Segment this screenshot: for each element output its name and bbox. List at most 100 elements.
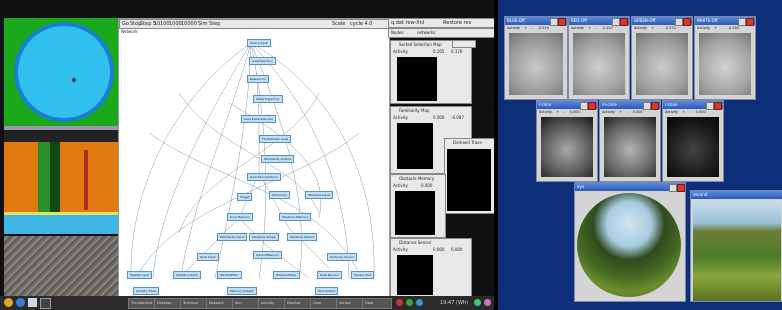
- panel-activity-value: 0.205: [433, 49, 445, 54]
- graph-node-goal-selection[interactable]: GoalSelection: [249, 57, 276, 65]
- graph-node-memory-output[interactable]: Memory Output: [227, 287, 257, 295]
- graph-node-obstacle-input[interactable]: Obstacle Input: [305, 191, 333, 199]
- start-icon[interactable]: [4, 298, 13, 307]
- minimize-button[interactable]: [675, 18, 683, 26]
- close-button[interactable]: [714, 102, 722, 110]
- panel-image: [447, 149, 491, 211]
- graph-node-goal-neuron[interactable]: Goal Neuron: [317, 271, 342, 279]
- minus-button[interactable]: -: [721, 26, 722, 30]
- taskbar-item[interactable]: Goal: [362, 298, 392, 309]
- toolbar-1000[interactable]: 1000: [169, 21, 182, 27]
- toolbar-file[interactable]: q.dat rew-Xnl: [391, 20, 424, 26]
- eye-window[interactable]: eye: [574, 182, 686, 302]
- filter-window-white[interactable]: WHITE-Off Activity + - -0.190: [694, 16, 756, 100]
- graph-node-goal-expectation[interactable]: Goal ExpectationAc: [241, 115, 277, 123]
- tray-icon[interactable]: [484, 299, 491, 306]
- panel-activity-value2: 0.176: [451, 49, 463, 54]
- minus-button[interactable]: -: [658, 26, 659, 30]
- close-button[interactable]: [677, 184, 685, 192]
- minus-button[interactable]: -: [595, 26, 596, 30]
- plus-button[interactable]: +: [714, 26, 717, 30]
- minimize-button[interactable]: [706, 102, 714, 110]
- close-button[interactable]: [651, 102, 659, 110]
- graph-node-target[interactable]: Target: [237, 193, 253, 201]
- cone-window-r[interactable]: r-cone Activity + - 0.000: [662, 100, 724, 182]
- taskbar: Thunderbird Desktop Terminal Network Sim…: [0, 296, 498, 310]
- filter-window-blue[interactable]: BLUE-Off Activity + - -0.915: [504, 16, 568, 100]
- close-button[interactable]: [620, 18, 628, 26]
- graph-node-familiarity-input[interactable]: Familiarity Input: [217, 233, 248, 241]
- graph-node-particle-filter[interactable]: ParticleFilter: [217, 271, 242, 279]
- plus-button[interactable]: +: [619, 110, 622, 114]
- plus-button[interactable]: +: [556, 110, 559, 114]
- graph-node-obstacle-detect[interactable]: Obstacle Detect: [287, 233, 318, 241]
- graph-node-spatial-output[interactable]: Spatial Output: [173, 271, 201, 279]
- plus-button[interactable]: +: [651, 26, 654, 30]
- graph-node-spatial-input[interactable]: Spatial Input: [127, 271, 153, 279]
- toolbar-sim-step[interactable]: Sim Step: [198, 21, 220, 27]
- obstacle-memory-panel: Obstacle Memory Activity 0.000: [390, 174, 446, 238]
- cone-window-l[interactable]: I-cone Activity + - 0.000: [536, 100, 598, 182]
- files-icon[interactable]: [28, 298, 37, 307]
- graph-node-familiarity-output[interactable]: Familiarity Output: [261, 155, 294, 163]
- graph-node-sensor-sca[interactable]: Sensor SCA: [351, 271, 375, 279]
- graph-node-goal-memory[interactable]: Goal Memory: [227, 213, 253, 221]
- graph-node-obstacle-memory[interactable]: Obstacle Memory: [279, 213, 312, 221]
- graph-node-dist-output[interactable]: Dist Output: [315, 287, 339, 295]
- minimize-button[interactable]: [612, 18, 620, 26]
- tray-icon[interactable]: [406, 299, 413, 306]
- close-button[interactable]: [683, 18, 691, 26]
- network-toolbar: Go Stop Step 5 10 100 1000 10000 Sim Ste…: [119, 19, 389, 29]
- tray-icon[interactable]: [474, 299, 481, 306]
- minimize-button[interactable]: [643, 102, 651, 110]
- activity-value: -0.190: [727, 26, 739, 30]
- minimize-button[interactable]: [550, 18, 558, 26]
- filter-image: [636, 33, 688, 95]
- activity-value: -1.107: [601, 26, 613, 30]
- minus-button[interactable]: -: [689, 110, 690, 114]
- nodes-value[interactable]: networks: [417, 30, 435, 35]
- graph-node-goal-input[interactable]: Goal Input: [197, 253, 219, 261]
- minus-button[interactable]: -: [531, 26, 532, 30]
- browser-icon[interactable]: [16, 298, 25, 307]
- plus-button[interactable]: +: [524, 26, 527, 30]
- close-button[interactable]: [558, 18, 566, 26]
- tray-icon[interactable]: [396, 299, 403, 306]
- graph-node-odom2memory[interactable]: Odom2Memory: [253, 251, 283, 259]
- filter-window-green[interactable]: GREEN-Off Activity + - -0.271: [631, 16, 693, 100]
- activity-label: Activity: [539, 110, 553, 114]
- filter-window-red[interactable]: RED-Off Activity + - -1.107: [568, 16, 630, 100]
- graph-node-reward[interactable]: Reward for: [247, 75, 270, 83]
- tray-icon[interactable]: [416, 299, 423, 306]
- graph-node-distance-sensor[interactable]: Distance Sensor: [327, 253, 358, 261]
- graph-node-distance-filter[interactable]: DistanceFilter: [273, 271, 300, 279]
- activity-label: Activity: [507, 26, 521, 30]
- graph-node-obstacle-shape[interactable]: Obstacle Shape: [249, 233, 279, 241]
- minus-button[interactable]: -: [563, 110, 564, 114]
- toolbar-10000[interactable]: 10000: [181, 21, 197, 27]
- toolbar-restore[interactable]: Restore rev: [443, 20, 472, 26]
- graph-node-goal-output[interactable]: Goal output: [247, 39, 271, 47]
- plus-button[interactable]: +: [682, 110, 685, 114]
- minus-button[interactable]: -: [626, 110, 627, 114]
- terminal-icon[interactable]: [40, 298, 51, 309]
- close-button[interactable]: [746, 18, 754, 26]
- clock: 19:47 (Wh): [440, 300, 469, 306]
- minimize-button[interactable]: [580, 102, 588, 110]
- graph-node-state-trajectory[interactable]: State Trajectory: [253, 95, 283, 103]
- toolbar-scale[interactable]: Scale: [332, 21, 345, 27]
- toolbar-go[interactable]: Go: [122, 21, 129, 27]
- minimize-button[interactable]: [669, 184, 677, 192]
- close-button[interactable]: [588, 102, 596, 110]
- network-window: Go Stop Step 5 10 100 1000 10000 Sim Ste…: [118, 18, 390, 298]
- second-window[interactable]: second: [690, 190, 782, 302]
- activity-label: Activity: [634, 26, 648, 30]
- minimize-button[interactable]: [738, 18, 746, 26]
- panel-activity-value: 0.000: [433, 247, 445, 252]
- cone-window-m[interactable]: m-cone Activity + - 0.000: [599, 100, 661, 182]
- graph-node-goal-recollections[interactable]: Goal Recollections: [247, 173, 281, 181]
- graph-node-fp-attention[interactable]: FP Attention Goal: [259, 135, 292, 143]
- graph-node-odometry[interactable]: Odometry: [269, 191, 291, 199]
- plus-button[interactable]: +: [588, 26, 591, 30]
- graph-node-activity-trace[interactable]: Activity Trace: [133, 287, 160, 295]
